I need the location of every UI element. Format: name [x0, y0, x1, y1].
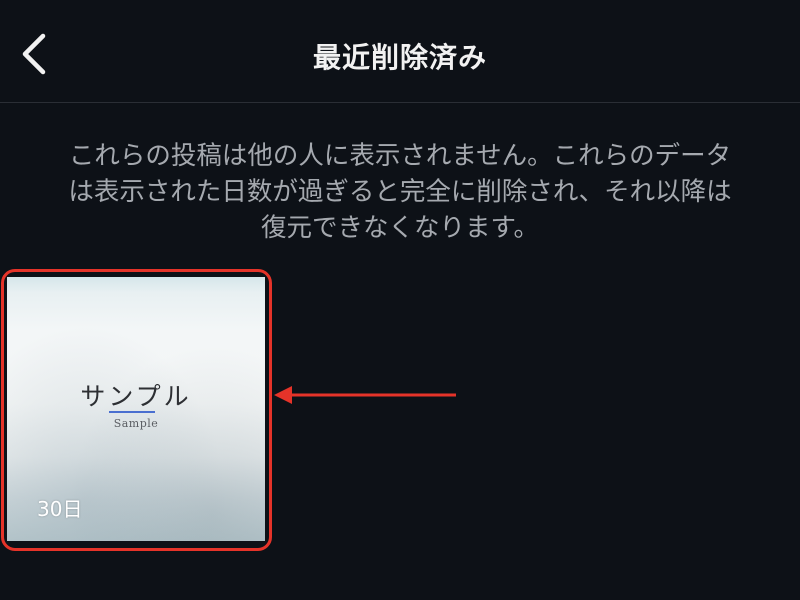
info-line: は表示された日数が過ぎると完全に削除され、それ以降は: [68, 177, 732, 207]
highlight-frame: [1, 269, 272, 551]
info-line: 復元できなくなります。: [261, 213, 539, 243]
info-message: これらの投稿は他の人に表示されません。これらのデータ は表示された日数が過ぎると…: [20, 138, 780, 246]
info-line: これらの投稿は他の人に表示されません。これらのデータ: [68, 141, 732, 171]
annotation-arrow-icon: [274, 386, 456, 404]
header-bar: 最近削除済み: [0, 0, 800, 103]
page-title: 最近削除済み: [312, 41, 487, 74]
